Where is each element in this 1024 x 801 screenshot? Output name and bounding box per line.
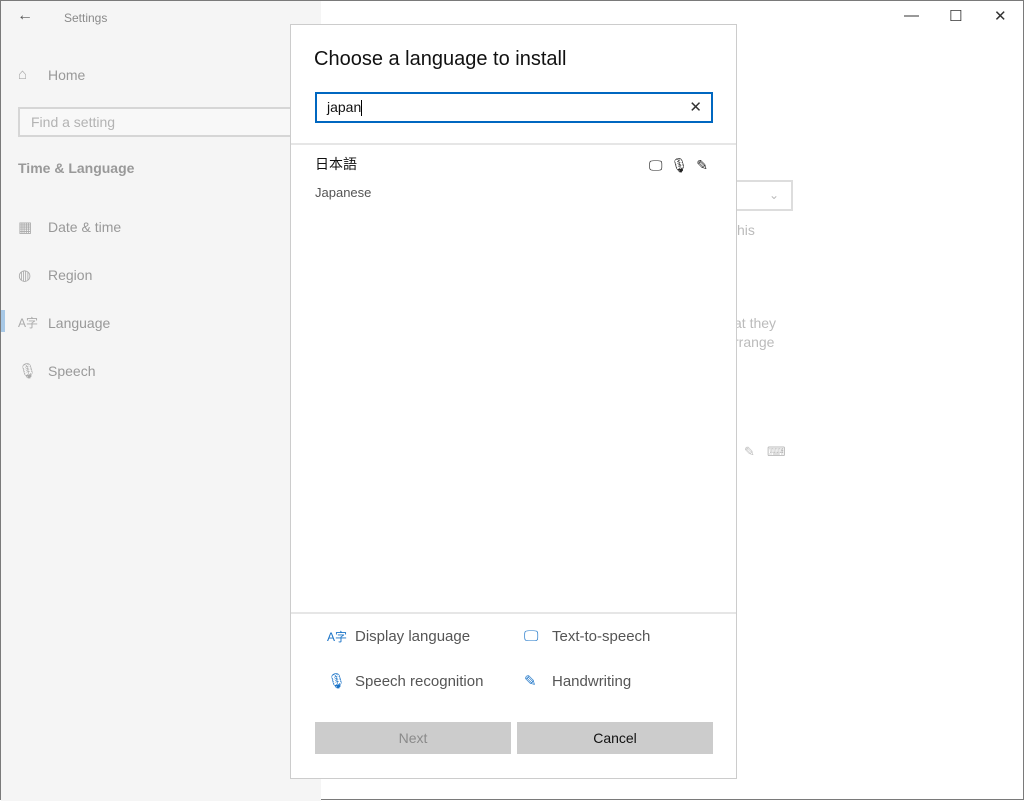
search-value: japan: [327, 99, 362, 115]
background-text: his: [737, 222, 755, 238]
sidebar-item-label: Date & time: [48, 219, 122, 235]
background-text: rrange: [734, 334, 775, 350]
next-button[interactable]: Next: [315, 722, 511, 754]
handwriting-icon: ✎: [524, 673, 537, 690]
find-setting-input[interactable]: Find a setting: [18, 107, 318, 137]
divider: [291, 612, 736, 614]
home-label: Home: [48, 66, 86, 83]
home-icon: ⌂: [18, 66, 28, 83]
sidebar-item-label: Language: [48, 314, 111, 331]
back-arrow-icon[interactable]: ←: [17, 7, 33, 25]
cancel-button[interactable]: Cancel: [517, 722, 713, 754]
window-title: Settings: [64, 11, 108, 25]
legend-label: Text-to-speech: [552, 628, 651, 645]
minimize-icon[interactable]: —: [904, 7, 919, 24]
chevron-down-icon: ⌄: [768, 188, 779, 202]
text-to-speech-icon: 🖵︎: [524, 628, 539, 645]
dialog-title: Choose a language to install: [314, 48, 567, 70]
language-native-name: 日本語: [315, 156, 357, 172]
legend-label: Handwriting: [552, 672, 632, 690]
legend-handwriting: ✎ Handwriting: [524, 672, 632, 691]
calendar-clock-icon: ▦: [18, 219, 33, 236]
language-icon: A字: [18, 316, 39, 330]
microphone-icon: 🎙︎: [18, 363, 38, 380]
selected-indicator: [1, 310, 5, 332]
keyboard-icon: ⌨: [767, 444, 786, 459]
sidebar-item-label: Region: [48, 267, 93, 283]
sidebar-item-home[interactable]: ⌂ Home: [18, 66, 85, 83]
search-placeholder: Find a setting: [31, 114, 116, 130]
section-title: Time & Language: [18, 160, 135, 176]
language-result-japanese[interactable]: 日本語 Japanese 🖵︎ 🎙︎ ✎: [291, 145, 736, 205]
sidebar-item-language[interactable]: A字 Language: [18, 314, 110, 331]
text-to-speech-icon: 🖵︎: [648, 157, 663, 173]
language-search-input[interactable]: japan ✕: [315, 92, 713, 123]
background-dropdown: ⌄: [731, 180, 793, 211]
sidebar: ← Settings ⌂ Home Find a setting Time & L…: [1, 1, 321, 801]
sidebar-item-date-time[interactable]: ▦ Date & time: [18, 218, 121, 236]
handwriting-icon: ✎: [696, 157, 708, 173]
sidebar-item-region[interactable]: ◍ Region: [18, 266, 92, 284]
microphone-icon: 🎙︎: [327, 673, 347, 690]
language-english-name: Japanese: [315, 185, 372, 200]
choose-language-dialog: Choose a language to install japan ✕ 日本語…: [290, 24, 737, 779]
legend-text-to-speech: 🖵︎ Text-to-speech: [524, 628, 650, 645]
clear-icon[interactable]: ✕: [689, 98, 702, 116]
legend-display-language: A字 Display language: [327, 628, 470, 645]
microphone-icon: 🎙︎: [670, 157, 689, 173]
language-icon: A字: [327, 630, 348, 644]
legend-label: Display language: [355, 628, 471, 645]
background-text: at they: [734, 315, 777, 331]
sidebar-item-label: Speech: [48, 363, 96, 379]
close-icon[interactable]: ✕: [994, 7, 1007, 25]
legend-speech-recognition: 🎙︎ Speech recognition: [327, 672, 484, 691]
handwriting-icon: ✎: [744, 444, 755, 459]
globe-icon: ◍: [18, 267, 32, 284]
legend-label: Speech recognition: [355, 672, 484, 690]
maximize-icon[interactable]: ☐: [949, 7, 962, 25]
sidebar-item-speech[interactable]: 🎙︎ Speech: [18, 362, 95, 380]
